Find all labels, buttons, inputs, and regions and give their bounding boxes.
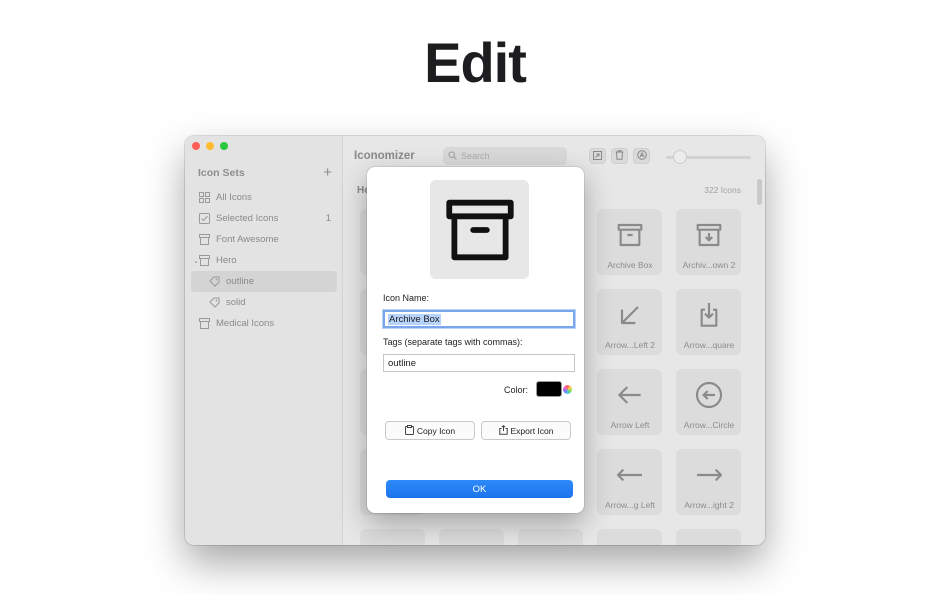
sidebar-item-font-awesome[interactable]: Font Awesome: [191, 229, 337, 250]
tile-label: Arrow...quare: [683, 340, 735, 350]
arrow-down-on-square-icon: [700, 303, 718, 327]
headline: Edit: [424, 31, 527, 94]
color-picker-icon[interactable]: [563, 385, 572, 394]
grid-icon: [198, 192, 211, 203]
archive-box-arrow-down-icon: [696, 223, 722, 247]
sidebar-item-solid[interactable]: solid: [191, 292, 337, 313]
export-icon: [593, 147, 602, 165]
icon-name-field[interactable]: Archive Box: [383, 310, 575, 328]
tags-label: Tags (separate tags with commas):: [383, 337, 523, 347]
icon-tile[interactable]: [360, 529, 425, 545]
selected-count: 1: [325, 213, 331, 224]
arrow-left-circle-icon: [695, 381, 723, 409]
delete-button[interactable]: [611, 148, 628, 164]
sidebar-item-medical-icons[interactable]: Medical Icons: [191, 313, 337, 334]
icon-name-value: Archive Box: [388, 313, 441, 325]
copy-icon-label: Copy Icon: [416, 425, 456, 436]
tags-field[interactable]: outline: [383, 354, 575, 372]
icon-tile[interactable]: [676, 529, 741, 545]
sidebar-item-selected-icons[interactable]: Selected Icons 1: [191, 208, 337, 229]
tile-label: Arrow...Left 2: [604, 340, 656, 350]
app-title: Iconomizer: [354, 150, 415, 162]
tile-label: Arrow...ight 2: [684, 500, 734, 510]
export-button[interactable]: [589, 148, 606, 164]
close-window-button[interactable]: [192, 142, 200, 150]
sidebar-item-label: solid: [226, 297, 246, 308]
arrow-long-left-icon: [616, 468, 642, 482]
export-icon-button[interactable]: Export Icon: [481, 421, 571, 440]
color-label: Color:: [504, 385, 529, 395]
arrow-down-left-icon: [620, 306, 639, 325]
zoom-slider-knob[interactable]: [673, 150, 687, 164]
window-controls: [192, 142, 228, 150]
sidebar-item-all-icons[interactable]: All Icons: [191, 187, 337, 208]
sidebar-item-label: outline: [226, 276, 254, 287]
tag-icon: [208, 297, 221, 308]
sidebar-item-outline[interactable]: outline: [191, 271, 337, 292]
icon-preview: [430, 180, 529, 279]
zoom-window-button[interactable]: [220, 142, 228, 150]
sidebar-list: All Icons Selected Icons 1 Font Awesome …: [191, 187, 337, 334]
search-field[interactable]: Search: [443, 147, 567, 165]
tile-label: Archive Box: [607, 260, 653, 270]
tile-label: Arrow...Circle: [683, 420, 735, 430]
search-placeholder: Search: [461, 151, 490, 161]
add-icon-set-button[interactable]: +: [323, 165, 332, 180]
app-store-icon: [636, 147, 647, 165]
copy-icon-button[interactable]: Copy Icon: [385, 421, 475, 440]
ok-button[interactable]: OK: [386, 480, 573, 498]
icon-tile[interactable]: [597, 529, 662, 545]
archive-icon: [198, 318, 211, 329]
sidebar-item-label: All Icons: [216, 192, 252, 203]
sidebar-header: Icon Sets +: [198, 165, 332, 180]
icon-tile[interactable]: [439, 529, 504, 545]
icon-count: 322 Icons: [704, 185, 741, 195]
minimize-window-button[interactable]: [206, 142, 214, 150]
trash-icon: [615, 147, 624, 165]
archive-box-icon: [445, 199, 514, 260]
archive-box-icon: [617, 223, 643, 247]
sidebar-title: Icon Sets: [198, 167, 245, 179]
share-icon: [498, 424, 508, 437]
tile-label: Archiv...own 2: [682, 260, 736, 270]
app-store-button[interactable]: [633, 148, 650, 164]
toolbar-buttons: [589, 148, 650, 164]
checkbox-icon: [198, 213, 211, 224]
sidebar-item-label: Font Awesome: [216, 234, 279, 245]
sidebar-item-label: Medical Icons: [216, 318, 275, 329]
chevron-down-icon[interactable]: ⌄: [193, 257, 199, 265]
color-well[interactable]: [536, 381, 562, 397]
sidebar: Icon Sets + All Icons Selected Icons 1 F…: [185, 136, 343, 545]
export-icon-label: Export Icon: [510, 425, 554, 436]
tag-icon: [208, 276, 221, 287]
edit-icon-dialog: Icon Name: Archive Box Tags (separate ta…: [367, 167, 584, 513]
archive-icon: [198, 234, 211, 245]
sidebar-item-label: Selected Icons: [216, 213, 279, 224]
clipboard-icon: [404, 424, 414, 437]
sidebar-item-hero[interactable]: ⌄ Hero: [191, 250, 337, 271]
icon-tile[interactable]: [518, 529, 583, 545]
archive-icon: [198, 255, 211, 266]
sidebar-item-label: Hero: [216, 255, 237, 266]
tile-label: Arrow Left: [610, 420, 650, 430]
tags-value: outline: [388, 357, 416, 369]
scrollbar[interactable]: [757, 179, 762, 205]
search-icon: [448, 150, 457, 162]
arrow-left-icon: [618, 386, 641, 404]
tile-label: Arrow...g Left: [604, 500, 656, 510]
arrow-long-right-icon: [697, 468, 723, 482]
icon-name-label: Icon Name:: [383, 293, 430, 303]
